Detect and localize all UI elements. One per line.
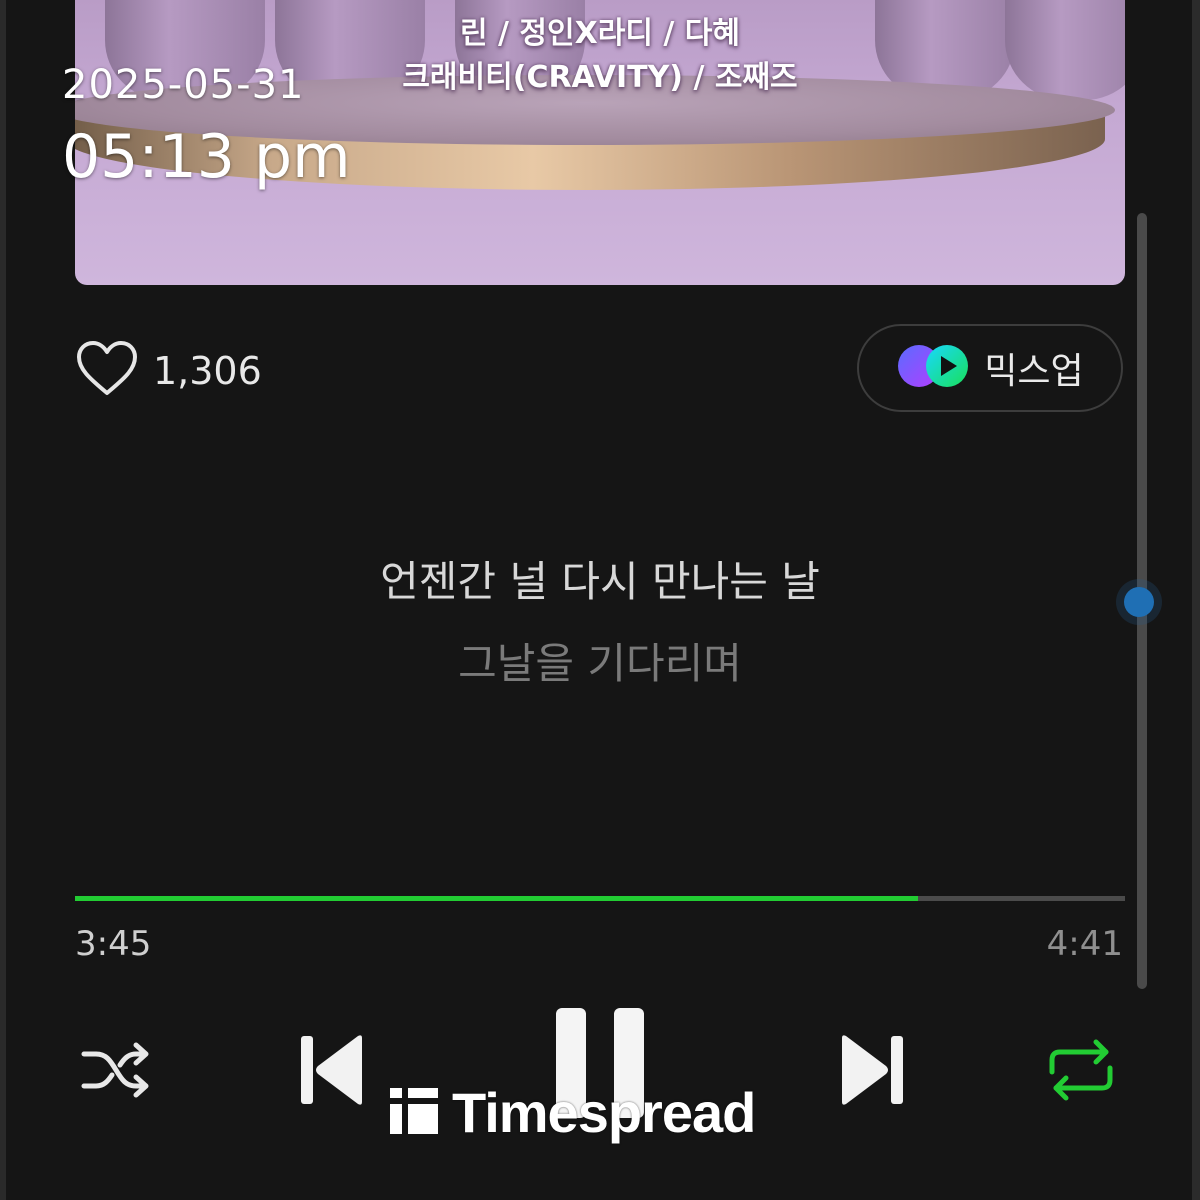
mixup-label: 믹스업 [984,351,1084,392]
album-artists-line1: 린 / 정인X라디 / 다혜 [459,16,741,51]
progress-fill [75,896,919,901]
watermark: Timespread [390,1080,756,1145]
heart-outline-icon[interactable] [75,340,139,402]
shuffle-icon[interactable] [80,1040,152,1104]
skip-next-icon[interactable] [836,1032,906,1112]
total-time: 4:41 [1046,924,1123,964]
lyric-next-line[interactable]: 그날을 기다리며 [0,630,1200,691]
lyric-current-line[interactable]: 언젠간 널 다시 만나는 날 [0,548,1200,609]
mixup-button[interactable]: 믹스업 [857,324,1123,412]
watermark-text: Timespread [452,1081,756,1144]
watermark-logo-icon [390,1087,438,1138]
timestamp-date: 2025-05-31 [62,62,305,108]
progress-track[interactable] [75,896,1125,901]
like-count: 1,306 [153,349,262,393]
timestamp-time: 05:13 pm [62,122,351,192]
elapsed-time: 3:45 [75,924,152,964]
repeat-icon[interactable] [1046,1038,1116,1106]
skip-previous-icon[interactable] [298,1032,368,1112]
lyrics-scroll-thumb[interactable] [1124,587,1154,617]
like-group: 1,306 [75,340,262,402]
mixup-logo-icon [896,343,970,393]
